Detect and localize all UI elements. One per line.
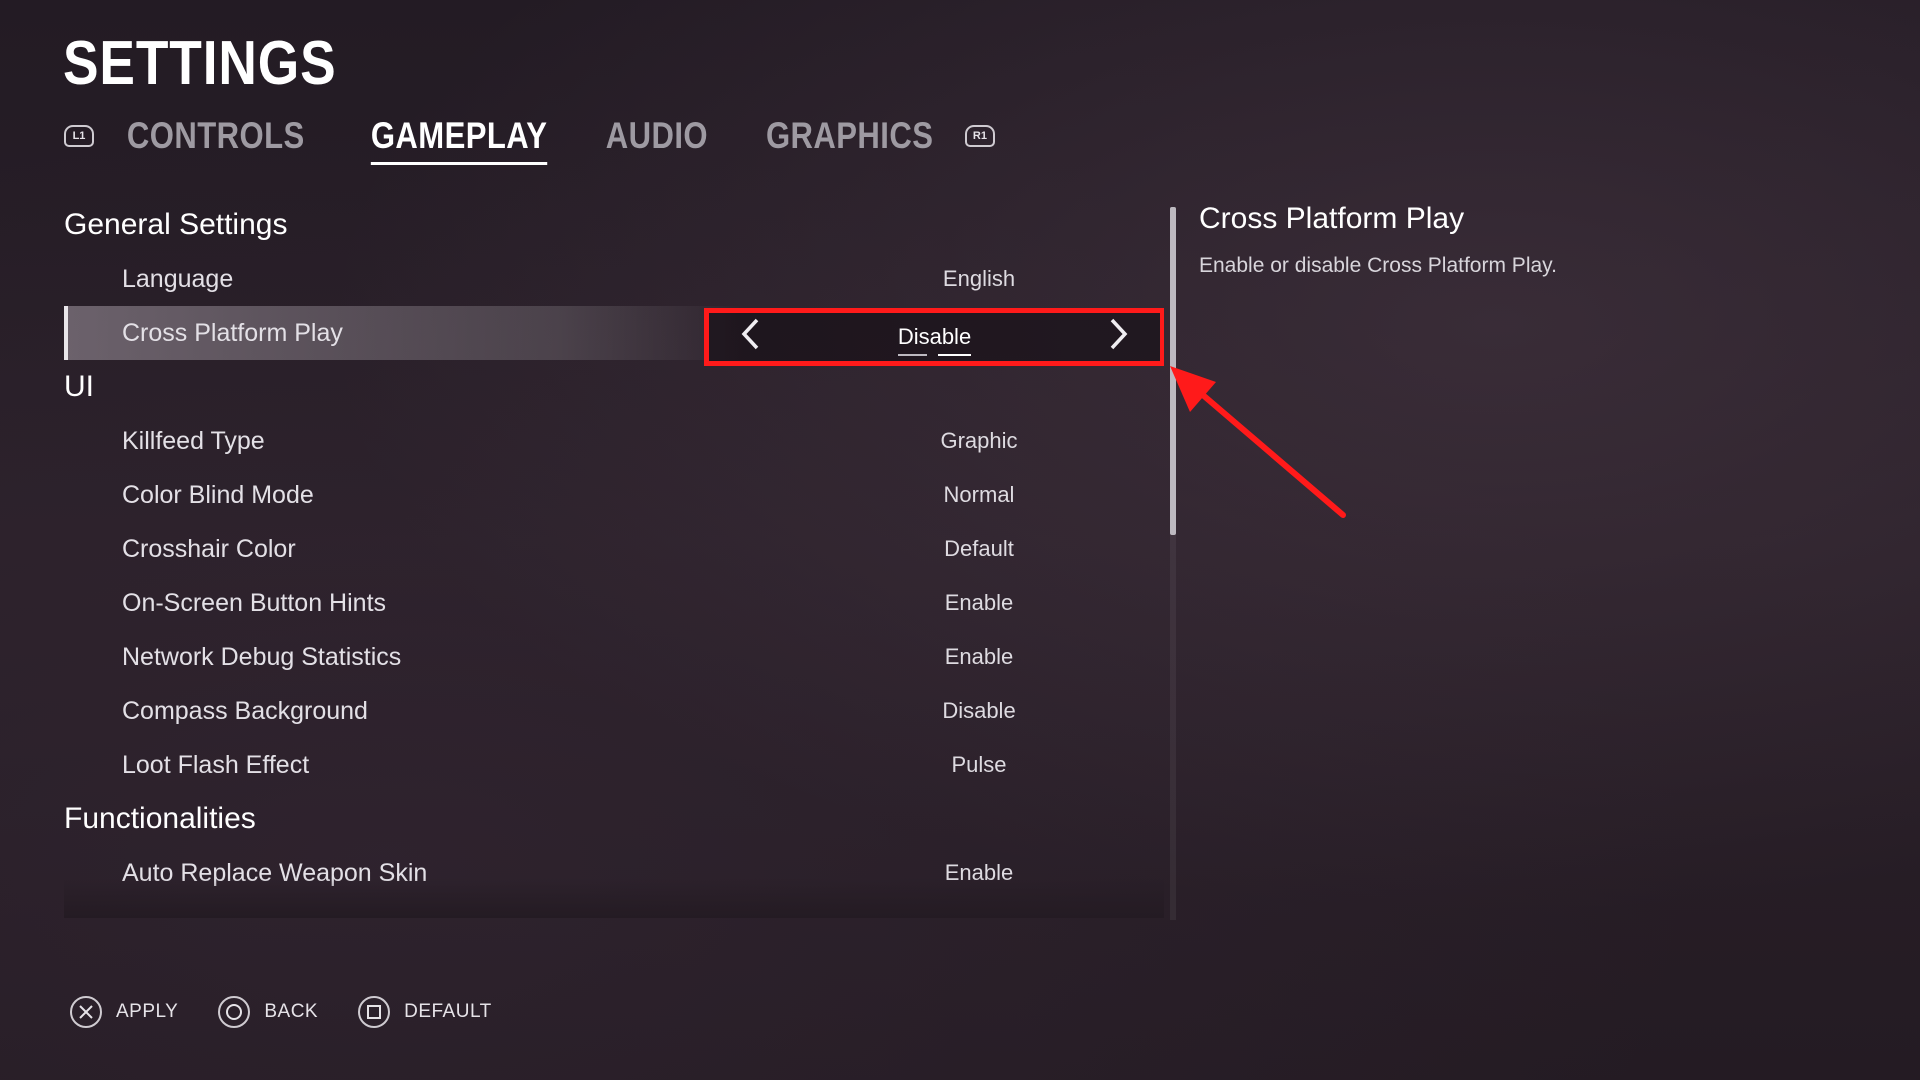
setting-value: Pulse	[951, 752, 1007, 777]
setting-label: Language	[122, 264, 234, 293]
detail-title: Cross Platform Play	[1199, 202, 1465, 235]
setting-row-network-debug-statistics[interactable]: Network Debug Statistics Enable	[64, 630, 1164, 684]
setting-label: Color Blind Mode	[122, 480, 314, 509]
footer-actions: APPLY BACK DEFAULT	[70, 996, 532, 1028]
back-button[interactable]: BACK	[218, 996, 318, 1028]
setting-row-killfeed-type[interactable]: Killfeed Type Graphic	[64, 414, 1164, 468]
default-button[interactable]: DEFAULT	[358, 996, 492, 1028]
chevron-left-icon[interactable]	[739, 317, 761, 357]
square-button-icon	[358, 996, 391, 1028]
tab-controls[interactable]: CONTROLS	[127, 115, 305, 157]
detail-description: Enable or disable Cross Platform Play.	[1199, 254, 1557, 277]
page-title: SETTINGS	[63, 29, 337, 98]
tab-audio[interactable]: AUDIO	[606, 115, 708, 157]
setting-row-loot-flash-effect[interactable]: Loot Flash Effect Pulse	[64, 738, 1164, 792]
setting-value: Graphic	[940, 428, 1018, 453]
setting-row-crosshair-color[interactable]: Crosshair Color Default	[64, 522, 1164, 576]
tab-gameplay[interactable]: GAMEPLAY	[370, 115, 548, 165]
tab-graphics[interactable]: GRAPHICS	[766, 115, 933, 157]
settings-scrollbar[interactable]	[1170, 207, 1176, 920]
section-heading-general: General Settings	[64, 208, 288, 241]
apply-button[interactable]: APPLY	[70, 996, 178, 1028]
value-selector[interactable]: Disable	[704, 308, 1164, 366]
settings-list: General Settings Language English Cross …	[64, 198, 1164, 918]
setting-value: Disable	[942, 698, 1016, 723]
default-label: DEFAULT	[404, 1001, 492, 1022]
setting-row-color-blind-mode[interactable]: Color Blind Mode Normal	[64, 468, 1164, 522]
list-fade-overlay	[64, 878, 1164, 918]
setting-label: On-Screen Button Hints	[122, 588, 387, 617]
apply-label: APPLY	[116, 1001, 179, 1022]
setting-label: Loot Flash Effect	[122, 750, 310, 779]
setting-value: Default	[944, 536, 1014, 561]
annotation-arrow-icon	[1170, 366, 1346, 518]
l1-bumper-icon[interactable]: L1	[64, 125, 94, 147]
selected-value: Disable	[897, 324, 972, 356]
back-label: BACK	[264, 1001, 319, 1022]
setting-value: Enable	[944, 590, 1014, 615]
setting-label: Compass Background	[122, 696, 368, 725]
section-heading-ui: UI	[64, 370, 94, 403]
setting-label: Killfeed Type	[122, 426, 265, 455]
settings-screen: SETTINGS L1 CONTROLS GAMEPLAY AUDIO GRAP…	[0, 0, 1920, 1080]
tab-bar: L1 CONTROLS GAMEPLAY AUDIO GRAPHICS R1	[64, 108, 995, 165]
r1-bumper-icon[interactable]: R1	[964, 125, 995, 147]
chevron-right-icon[interactable]	[1108, 317, 1130, 357]
setting-label: Cross Platform Play	[122, 318, 343, 347]
setting-row-compass-background[interactable]: Compass Background Disable	[64, 684, 1164, 738]
setting-row-on-screen-button-hints[interactable]: On-Screen Button Hints Enable	[64, 576, 1164, 630]
setting-label: Crosshair Color	[122, 534, 296, 563]
cross-button-icon	[70, 996, 102, 1028]
detail-panel: Cross Platform Play Enable or disable Cr…	[1199, 202, 1839, 278]
setting-value: Enable	[944, 644, 1014, 669]
setting-value: Normal	[943, 482, 1015, 507]
setting-label: Network Debug Statistics	[122, 642, 402, 671]
setting-value: English	[942, 266, 1016, 291]
setting-row-language[interactable]: Language English	[64, 252, 1164, 306]
section-heading-functionalities: Functionalities	[64, 802, 256, 835]
circle-button-icon	[218, 996, 251, 1028]
setting-row-cross-platform-play[interactable]: Cross Platform Play Disable	[64, 306, 1164, 366]
